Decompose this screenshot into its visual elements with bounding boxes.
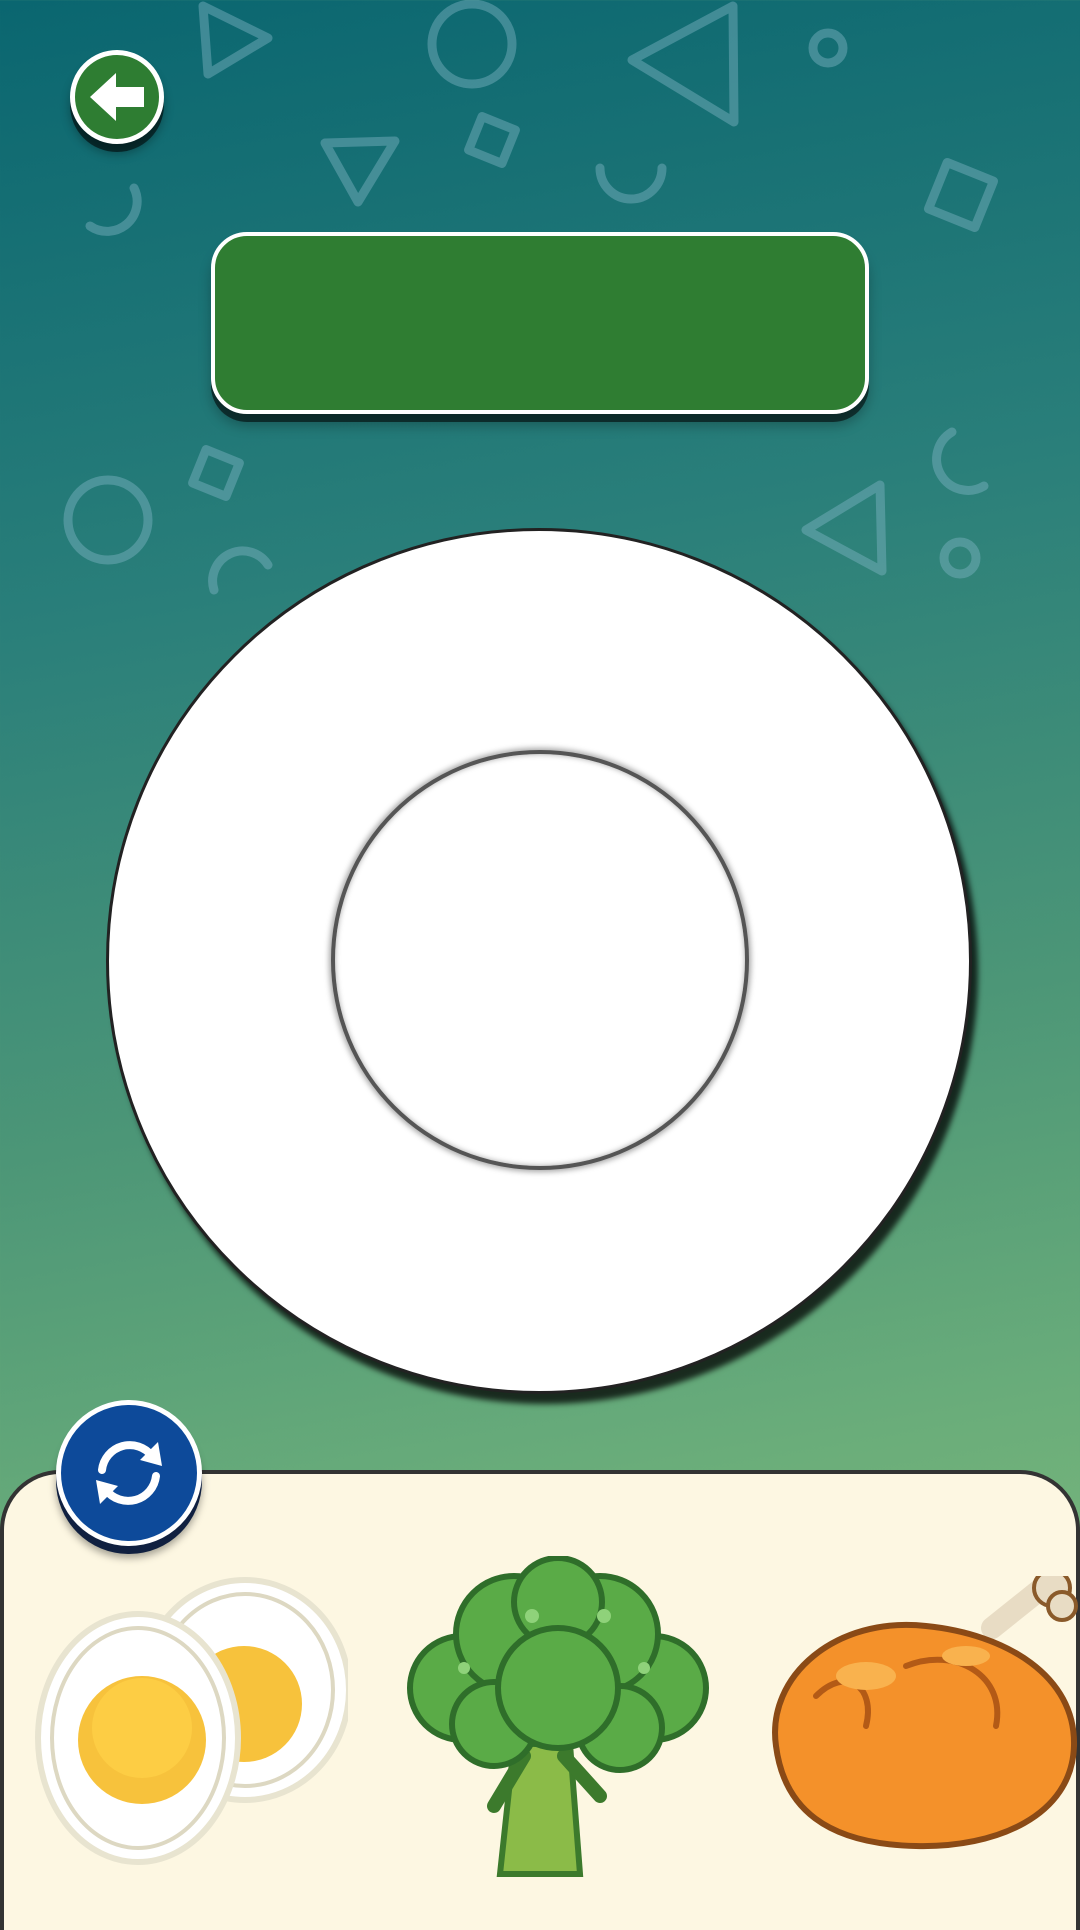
arc-shape-3: [208, 546, 273, 595]
arc-shape-2: [85, 183, 142, 236]
square-shape-3: [188, 445, 244, 501]
back-button[interactable]: [70, 50, 164, 144]
roast-chicken-icon[interactable]: [756, 1576, 1080, 1856]
plate-center[interactable]: [331, 750, 749, 1170]
circle-shape-1: [427, 0, 517, 89]
triangle-shape-1: [198, 1, 273, 79]
triangle-shape-3: [320, 136, 400, 207]
circle-shape-3: [63, 475, 153, 565]
circle-shape-2: [808, 28, 848, 68]
boiled-egg-icon[interactable]: [30, 1568, 348, 1868]
arrow-left-icon: [90, 73, 144, 121]
square-shape-2: [923, 157, 999, 233]
arc-shape-1: [595, 163, 667, 204]
arc-shape-4: [932, 427, 989, 495]
triangle-shape-4: [801, 480, 887, 576]
title-bar: [211, 232, 869, 414]
refresh-button[interactable]: [56, 1400, 202, 1546]
square-shape-1: [464, 112, 520, 168]
circle-shape-4: [939, 537, 981, 579]
broccoli-icon[interactable]: [404, 1556, 714, 1878]
refresh-arrows-icon: [96, 1441, 162, 1505]
triangle-shape-2: [627, 1, 739, 127]
